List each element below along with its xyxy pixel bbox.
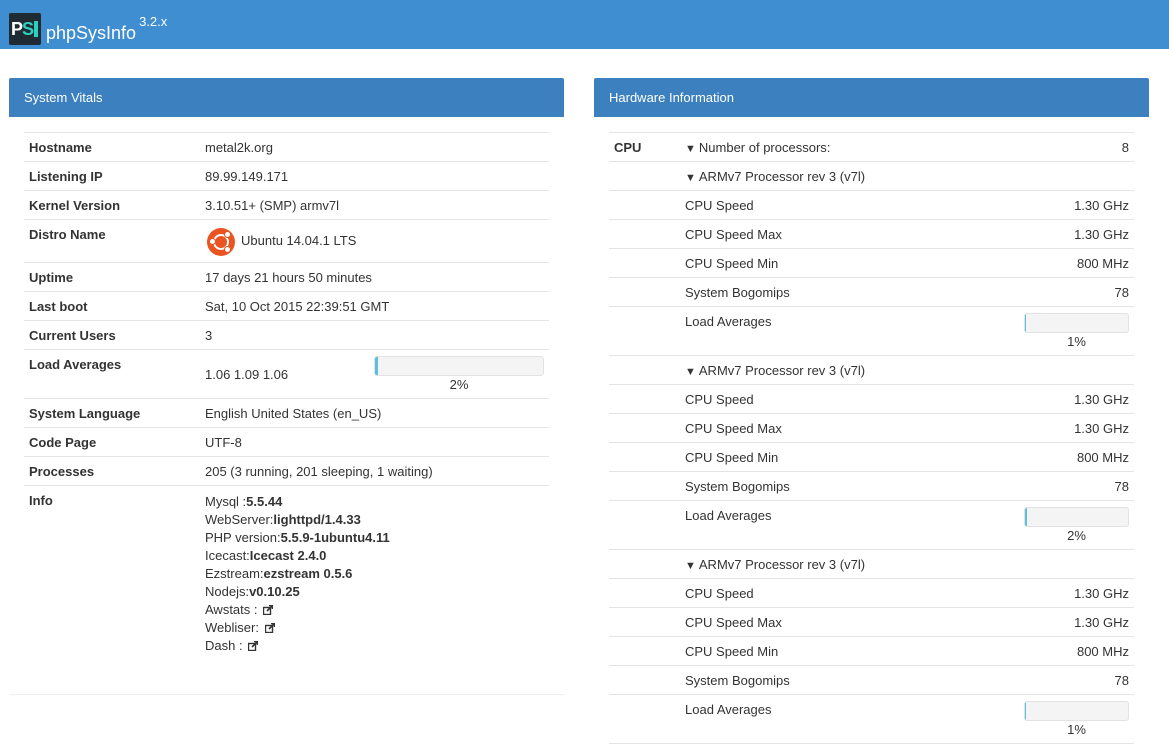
cpu-load-bar [1024,313,1129,333]
hw-row-cpu-speed-max: CPU Speed Max 1.30 GHz [609,608,1134,637]
load-average-bar [374,356,544,376]
cpu-load-percent: 1% [1067,334,1086,349]
hw-row-system-bogomips: System Bogomips 78 [609,278,1134,307]
system-vitals-table: Hostname metal2k.org Listening IP 89.99.… [24,132,549,661]
hw-row-load-averages: Load Averages 1% [609,307,1134,356]
hardware-table: CPU ▼ Number of processors: 8 ▼ ARMv7 Proc… [609,132,1134,744]
processor-toggle[interactable]: ▼ ARMv7 Processor rev 3 (v7l) [685,363,865,378]
triangle-down-icon: ▼ [685,143,696,155]
hardware-information-header: Hardware Information [594,78,1149,117]
top-bar: P S phpSysInfo3.2.x [0,0,1169,49]
external-link-icon[interactable] [264,623,275,633]
ubuntu-logo-icon [207,228,235,256]
vitals-row-kernel-version: Kernel Version 3.10.51+ (SMP) armv7l [24,191,549,220]
hw-row-cpu-speed-max: CPU Speed Max 1.30 GHz [609,414,1134,443]
hw-row-processor-name: ▼ ARMv7 Processor rev 3 (v7l) [609,162,1134,191]
vitals-row-uptime: Uptime 17 days 21 hours 50 minutes [24,263,549,292]
hw-row-load-averages: Load Averages 1% [609,695,1134,744]
vitals-row-current-users: Current Users 3 [24,321,549,350]
processors-toggle[interactable]: ▼ Number of processors: [685,140,830,155]
vitals-row-processes: Processes 205 (3 running, 201 sleeping, … [24,457,549,486]
triangle-down-icon: ▼ [685,172,696,184]
processor-toggle[interactable]: ▼ ARMv7 Processor rev 3 (v7l) [685,169,865,184]
vitals-row-code-page: Code Page UTF-8 [24,428,549,457]
hw-row-system-bogomips: System Bogomips 78 [609,666,1134,695]
hw-row-number-of-processors: CPU ▼ Number of processors: 8 [609,133,1134,162]
cpu-groups: ▼ ARMv7 Processor rev 3 (v7l) CPU Speed 1… [609,162,1134,744]
hw-row-processor-name: ▼ ARMv7 Processor rev 3 (v7l) [609,356,1134,385]
external-link-icon[interactable] [248,641,259,651]
vitals-row-listening-ip: Listening IP 89.99.149.171 [24,162,549,191]
hw-row-cpu-speed-min: CPU Speed Min 800 MHz [609,637,1134,666]
vitals-row-last-boot: Last boot Sat, 10 Oct 2015 22:39:51 GMT [24,292,549,321]
hw-row-cpu-speed-min: CPU Speed Min 800 MHz [609,443,1134,472]
hw-row-cpu-speed: CPU Speed 1.30 GHz [609,579,1134,608]
info-item-webserver: WebServer:lighttpd/1.4.33 [205,512,361,527]
vitals-row-info: Info Mysql :5.5.44 WebServer:lighttpd/1.… [29,493,390,655]
cpu-load-bar [1024,507,1129,527]
cpu-load-bar [1024,701,1129,721]
info-item-webliser: Webliser: [205,619,390,637]
vitals-row-distro-name: Distro Name Ubuntu 14.04.1 LTS [24,220,549,263]
triangle-down-icon: ▼ [685,560,696,572]
info-list: Mysql :5.5.44 WebServer:lighttpd/1.4.33 … [205,493,390,655]
hw-row-cpu-speed: CPU Speed 1.30 GHz [609,385,1134,414]
info-item-mysql: Mysql :5.5.44 [205,494,283,509]
info-item-ezstream: Ezstream:ezstream 0.5.6 [205,566,353,581]
hw-row-processor-name: ▼ ARMv7 Processor rev 3 (v7l) [609,550,1134,579]
vitals-row-system-language: System Language English United States (e… [24,399,549,428]
hw-row-cpu-speed-min: CPU Speed Min 800 MHz [609,249,1134,278]
phpsysinfo-logo[interactable]: P S [9,13,41,45]
hardware-information-panel: Hardware Information CPU ▼ Number of proc… [594,78,1149,753]
info-item-php-version: PHP version:5.5.9-1ubuntu4.11 [205,530,390,545]
app-title[interactable]: phpSysInfo3.2.x [46,14,167,43]
info-item-awstats: Awstats : [205,601,390,619]
info-item-dash: Dash : [205,637,390,655]
system-vitals-header: System Vitals [9,78,564,117]
hw-row-system-bogomips: System Bogomips 78 [609,472,1134,501]
vitals-row-hostname: Hostname metal2k.org [24,133,549,162]
info-item-nodejs: Nodejs:v0.10.25 [205,584,300,599]
triangle-down-icon: ▼ [685,366,696,378]
cpu-load-percent: 1% [1067,722,1086,737]
system-vitals-panel: System Vitals Hostname metal2k.org Liste… [9,78,564,695]
app-version: 3.2.x [139,14,168,29]
cpu-load-percent: 2% [1067,528,1086,543]
external-link-icon[interactable] [263,605,274,615]
info-item-icecast: Icecast:Icecast 2.4.0 [205,548,327,563]
processor-toggle[interactable]: ▼ ARMv7 Processor rev 3 (v7l) [685,557,865,572]
hw-row-cpu-speed: CPU Speed 1.30 GHz [609,191,1134,220]
load-average-percent: 2% [449,377,469,392]
hw-row-cpu-speed-max: CPU Speed Max 1.30 GHz [609,220,1134,249]
vitals-row-load-averages: Load Averages 1.06 1.09 1.06 2% [24,350,549,399]
hw-row-load-averages: Load Averages 2% [609,501,1134,550]
